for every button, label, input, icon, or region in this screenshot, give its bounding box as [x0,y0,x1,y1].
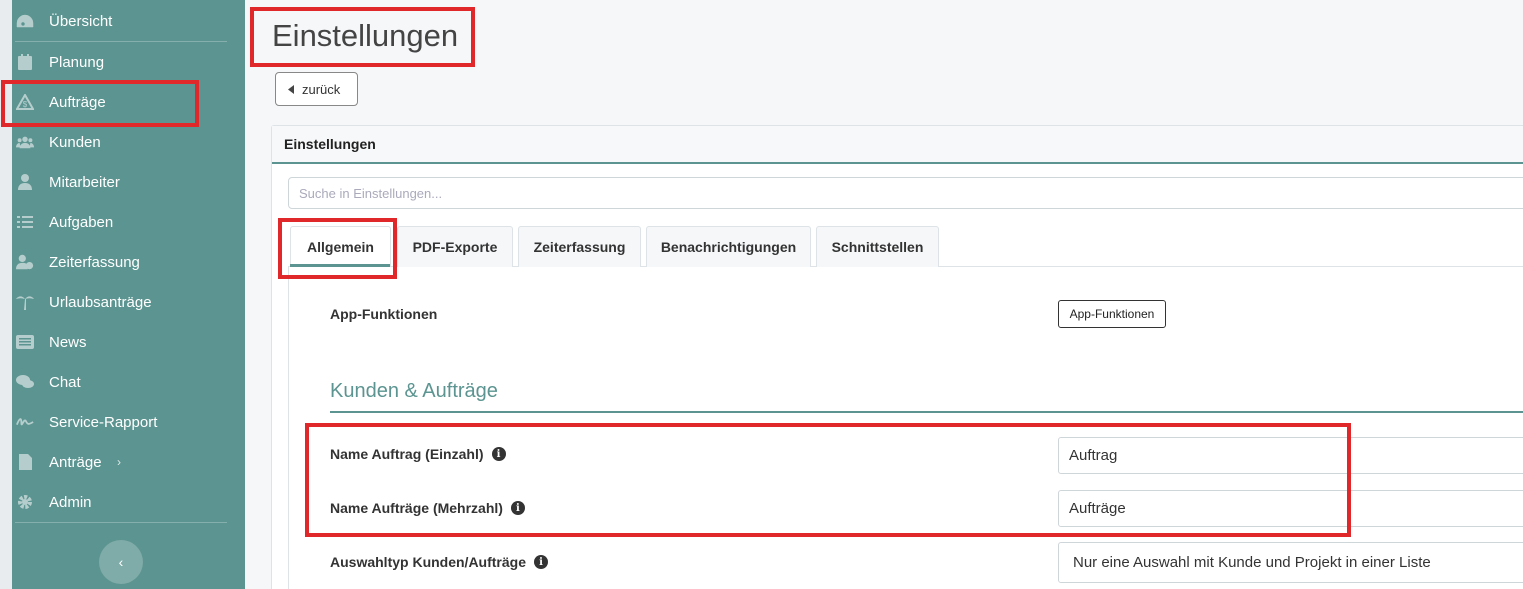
sidebar-item-label: Admin [49,493,92,511]
tab-general[interactable]: Allgemein [290,226,391,267]
sidebar-divider [15,522,227,523]
user-clock-icon [16,253,34,271]
chat-icon [16,373,34,391]
info-icon[interactable]: i [491,447,506,461]
name-plural-label-text: Name Aufträge (Mehrzahl) [330,500,503,516]
sidebar-item-news[interactable]: News [12,322,245,362]
user-icon [16,173,34,191]
tab-interfaces[interactable]: Schnittstellen [816,226,939,267]
sidebar: Übersicht Planung $ Aufträge Kunden Mita… [12,0,245,589]
back-button-label: zurück [302,81,341,97]
card-header: Einstellungen [272,126,1523,164]
active-tab-indicator [290,264,390,267]
tab-label: Allgemein [307,239,374,255]
tasks-icon [16,213,34,231]
sidebar-item-label: Übersicht [49,12,113,30]
selection-type-value: Nur eine Auswahl mit Kunde und Projekt i… [1073,554,1431,571]
sidebar-item-orders[interactable]: $ Aufträge [12,82,245,122]
gear-icon [16,493,34,511]
back-button[interactable]: zurück [275,72,358,106]
sidebar-item-label: Aufgaben [49,213,114,231]
calendar-icon [16,53,34,71]
app-functions-label: App-Funktionen [330,306,437,322]
users-icon [16,133,34,151]
sidebar-collapse-button[interactable]: ‹ [99,540,143,584]
sidebar-item-label: Anträge [49,453,102,471]
sidebar-item-tasks[interactable]: Aufgaben [12,202,245,242]
name-plural-input[interactable] [1058,490,1523,527]
document-icon [16,453,34,471]
signature-icon [16,413,34,431]
section-title: Kunden & Aufträge [330,380,498,402]
dashboard-icon [16,12,34,30]
info-icon[interactable]: i [534,555,549,569]
name-singular-label: Name Auftrag (Einzahl) i [330,446,506,462]
sidebar-item-label: Kunden [49,133,101,151]
sidebar-item-chat[interactable]: Chat [12,362,245,402]
settings-search-input[interactable] [288,177,1523,209]
sidebar-item-planning[interactable]: Planung [12,42,245,82]
name-singular-label-text: Name Auftrag (Einzahl) [330,446,484,462]
card-title: Einstellungen [284,136,376,152]
sidebar-item-time-tracking[interactable]: Zeiterfassung [12,242,245,282]
selection-type-label-text: Auswahltyp Kunden/Aufträge [330,554,527,570]
newspaper-icon [16,333,34,351]
sidebar-item-label: Service-Rapport [49,413,158,431]
tab-label: Schnittstellen [831,239,924,255]
chevron-right-icon: › [117,455,121,469]
caret-left-icon [288,84,294,94]
left-strip [0,0,12,589]
tab-pdf-exports[interactable]: PDF-Exporte [397,226,513,267]
sidebar-item-label: Aufträge [49,93,106,111]
info-icon[interactable]: i [510,501,525,515]
tab-time-tracking[interactable]: Zeiterfassung [518,226,641,267]
tab-panel-border [288,267,289,589]
sidebar-item-admin[interactable]: Admin [12,482,245,522]
name-plural-label: Name Aufträge (Mehrzahl) i [330,500,525,516]
sidebar-item-service-report[interactable]: Service-Rapport [12,402,245,442]
section-divider [330,411,1523,413]
tab-label: PDF-Exporte [412,239,498,255]
sidebar-item-label: Planung [49,53,105,71]
sidebar-item-requests[interactable]: Anträge › [12,442,245,482]
sidebar-item-label: News [49,333,87,351]
sidebar-item-customers[interactable]: Kunden [12,122,245,162]
orders-icon: $ [16,93,34,111]
sidebar-item-overview[interactable]: Übersicht [12,1,245,41]
sidebar-item-label: Chat [49,373,81,391]
svg-text:$: $ [23,100,28,109]
tab-label: Zeiterfassung [533,239,626,255]
page-title: Einstellungen [272,18,459,53]
app-functions-button[interactable]: App-Funktionen [1058,300,1166,328]
selection-type-select[interactable]: Nur eine Auswahl mit Kunde und Projekt i… [1058,542,1523,583]
sidebar-item-label: Mitarbeiter [49,173,120,191]
tab-notifications[interactable]: Benachrichtigungen [646,226,811,267]
sidebar-item-employees[interactable]: Mitarbeiter [12,162,245,202]
selection-type-label: Auswahltyp Kunden/Aufträge i [330,554,549,570]
name-singular-input[interactable] [1058,437,1523,474]
sidebar-item-label: Zeiterfassung [49,253,140,271]
app-functions-label-text: App-Funktionen [330,306,438,322]
sidebar-item-label: Urlaubsanträge [49,293,152,311]
palm-tree-icon [16,293,34,311]
chevron-left-icon: ‹ [118,554,124,570]
tab-label: Benachrichtigungen [660,239,797,255]
sidebar-item-vacation-requests[interactable]: Urlaubsanträge [12,282,245,322]
